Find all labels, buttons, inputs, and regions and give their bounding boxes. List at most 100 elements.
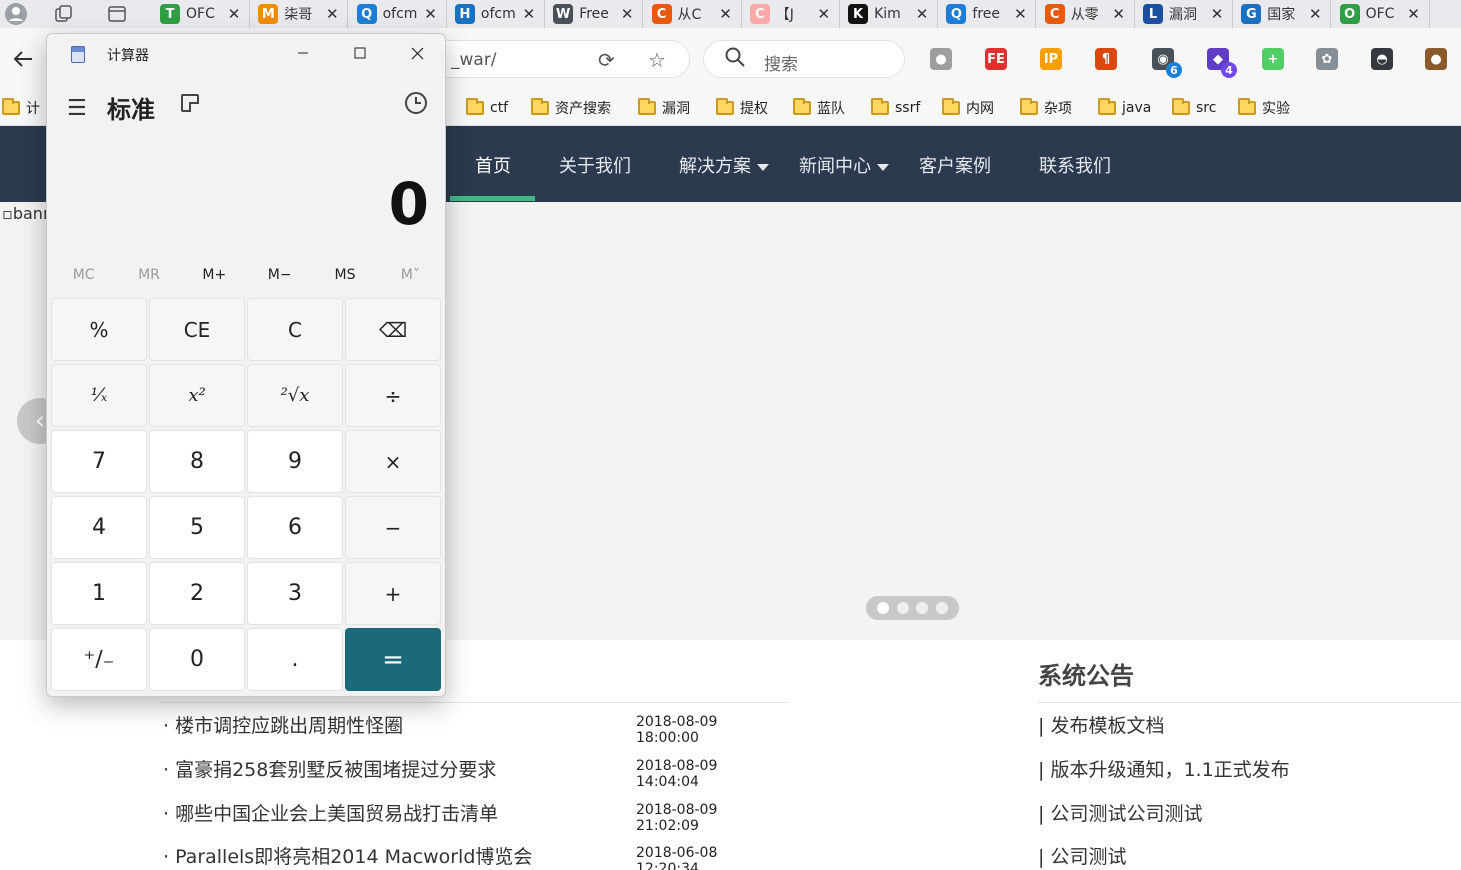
news-item[interactable]: · Parallels即将亮相2014 Macworld博览会 2018-06-0…: [163, 842, 783, 870]
maximize-button[interactable]: [338, 38, 382, 68]
notice-item[interactable]: | 公司测试: [1038, 842, 1126, 869]
nav-contact[interactable]: 联系我们: [1039, 152, 1111, 178]
plus-extension-icon[interactable]: +: [1262, 48, 1284, 70]
bookmark-folder[interactable]: 实验: [1238, 96, 1290, 120]
hat-extension-icon[interactable]: ◓: [1371, 48, 1393, 70]
browser-tab[interactable]: K Kim ✕: [840, 0, 939, 28]
tab-close-icon[interactable]: ✕: [1011, 5, 1029, 23]
news-item[interactable]: · 楼市调控应跳出周期性怪圈 2018-08-09 18:00:00: [163, 711, 783, 746]
vertical-tabs-icon[interactable]: [103, 2, 131, 26]
close-button[interactable]: [395, 38, 439, 68]
browser-tab[interactable]: O OFC ✕: [1332, 0, 1430, 28]
digit-0-key[interactable]: 0: [149, 628, 245, 691]
browser-tab[interactable]: C 【J ✕: [742, 0, 840, 28]
tab-close-icon[interactable]: ✕: [1110, 5, 1128, 23]
browser-tab[interactable]: C 从C ✕: [644, 0, 742, 28]
memory-clear-button[interactable]: MC: [54, 267, 114, 283]
tab-close-icon[interactable]: ✕: [913, 5, 931, 23]
digit-3-key[interactable]: 3: [247, 562, 343, 625]
news-item[interactable]: · 富豪捐258套别墅反被围堵提过分要求 2018-08-09 14:04:04: [163, 755, 783, 790]
nav-news[interactable]: 新闻中心: [799, 152, 889, 178]
tab-close-icon[interactable]: ✕: [717, 5, 735, 23]
bookmark-folder[interactable]: ctf: [466, 96, 508, 120]
carousel-dot[interactable]: [916, 602, 929, 614]
panda-extension-icon[interactable]: ◉ 6: [1152, 48, 1182, 78]
tab-close-icon[interactable]: ✕: [618, 5, 636, 23]
browser-tab[interactable]: Qofcm ✕: [349, 0, 447, 28]
bookmark-folder[interactable]: 内网: [942, 96, 994, 120]
bookmark-folder[interactable]: 蓝队: [793, 96, 845, 120]
browser-tab[interactable]: G 国家 ✕: [1233, 0, 1332, 28]
fe-extension-icon[interactable]: FE: [985, 48, 1007, 70]
multiply-key[interactable]: ×: [345, 430, 441, 493]
news-item[interactable]: · 哪些中国企业会上美国贸易战打击清单 2018-08-09 21:02:09: [163, 799, 783, 834]
notice-item[interactable]: | 版本升级通知，1.1正式发布: [1038, 755, 1290, 782]
reciprocal-key[interactable]: ¹⁄ₓ: [51, 364, 147, 427]
cube-extension-icon[interactable]: ◆ 4: [1207, 48, 1237, 78]
browser-tab[interactable]: C 从零 ✕: [1037, 0, 1135, 28]
add-key[interactable]: +: [345, 562, 441, 625]
digit-1-key[interactable]: 1: [51, 562, 147, 625]
notice-item[interactable]: | 公司测试公司测试: [1038, 799, 1202, 826]
divide-key[interactable]: ÷: [345, 364, 441, 427]
browser-tab[interactable]: W Free ✕: [545, 0, 644, 28]
notice-item[interactable]: | 发布模板文档: [1038, 711, 1164, 738]
calculator-titlebar[interactable]: 计算器: [47, 34, 445, 72]
digit-5-key[interactable]: 5: [149, 496, 245, 559]
digit-6-key[interactable]: 6: [247, 496, 343, 559]
minimize-button[interactable]: [281, 38, 325, 68]
percent-key[interactable]: %: [51, 298, 147, 361]
nav-solutions[interactable]: 解决方案: [679, 152, 769, 178]
memory-add-button[interactable]: M+: [184, 267, 244, 283]
bookmark-folder[interactable]: 资产搜索: [531, 96, 611, 120]
history-icon[interactable]: [405, 92, 427, 114]
nav-home[interactable]: 首页: [475, 152, 511, 178]
news-title[interactable]: · 富豪捐258套别墅反被围堵提过分要求: [163, 755, 496, 782]
square-key[interactable]: x²: [149, 364, 245, 427]
cookie-extension-icon[interactable]: ●: [1425, 48, 1447, 70]
pilcrow-extension-icon[interactable]: ¶: [1095, 48, 1117, 70]
keep-on-top-icon[interactable]: [181, 94, 199, 112]
decimal-key[interactable]: .: [247, 628, 343, 691]
tab-close-icon[interactable]: ✕: [323, 5, 341, 23]
browser-tab[interactable]: L 漏洞 ✕: [1135, 0, 1233, 28]
memory-list-button[interactable]: M˅: [380, 267, 440, 283]
nav-cases[interactable]: 客户案例: [919, 152, 991, 178]
back-button[interactable]: [8, 44, 38, 74]
negate-key[interactable]: ⁺∕₋: [51, 628, 147, 691]
tab-close-icon[interactable]: ✕: [815, 5, 833, 23]
ip-extension-icon[interactable]: IP: [1040, 48, 1062, 70]
tab-close-icon[interactable]: ✕: [1208, 5, 1226, 23]
favorite-star-icon[interactable]: ☆: [648, 48, 666, 72]
hamburger-menu-icon[interactable]: ☰: [67, 96, 87, 121]
search-box[interactable]: 搜索: [703, 40, 905, 78]
bookmark-folder[interactable]: java: [1098, 96, 1151, 120]
digit-9-key[interactable]: 9: [247, 430, 343, 493]
browser-tab[interactable]: Hofcm ✕: [447, 0, 545, 28]
browser-tab[interactable]: T OFC ✕: [152, 0, 250, 28]
digit-2-key[interactable]: 2: [149, 562, 245, 625]
bookmark-folder[interactable]: src: [1172, 96, 1216, 120]
bookmark-folder[interactable]: ssrf: [871, 96, 920, 120]
carousel-dot[interactable]: [896, 602, 909, 614]
carousel-dot[interactable]: [935, 602, 948, 614]
bookmark-folder[interactable]: 杂项: [1020, 96, 1072, 120]
digit-8-key[interactable]: 8: [149, 430, 245, 493]
workspaces-icon[interactable]: [50, 2, 78, 26]
digit-7-key[interactable]: 7: [51, 430, 147, 493]
browser-tab[interactable]: Qfree ✕: [938, 0, 1037, 28]
memory-store-button[interactable]: MS: [315, 267, 375, 283]
news-title[interactable]: · 楼市调控应跳出周期性怪圈: [163, 711, 403, 738]
clear-key[interactable]: C: [247, 298, 343, 361]
digit-4-key[interactable]: 4: [51, 496, 147, 559]
tab-close-icon[interactable]: ✕: [1405, 5, 1423, 23]
record-extension-icon[interactable]: ●: [930, 48, 952, 70]
browser-tab[interactable]: M 柒哥 ✕: [250, 0, 349, 28]
profile-avatar-icon[interactable]: [2, 2, 30, 26]
tab-close-icon[interactable]: ✕: [225, 5, 243, 23]
bookmark-folder[interactable]: 计: [2, 96, 40, 120]
tab-close-icon[interactable]: ✕: [1306, 5, 1324, 23]
news-title[interactable]: · Parallels即将亮相2014 Macworld博览会: [163, 842, 532, 869]
backspace-key[interactable]: ⌫: [345, 298, 441, 361]
flower-extension-icon[interactable]: ✿: [1316, 48, 1338, 70]
